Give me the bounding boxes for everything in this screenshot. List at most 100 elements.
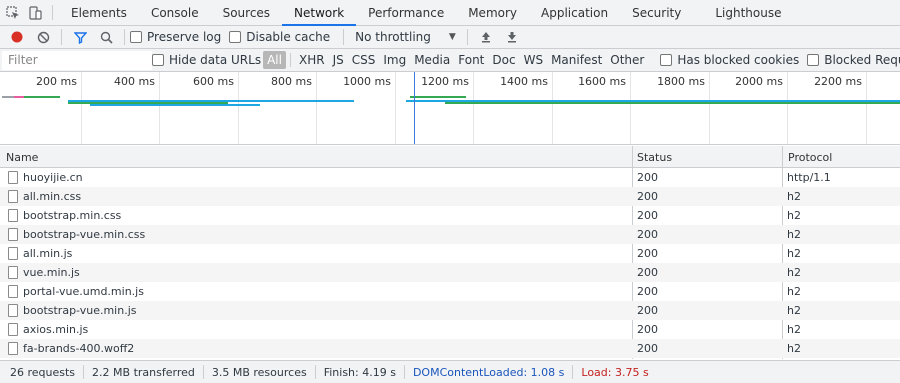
document-icon <box>8 209 18 222</box>
table-row[interactable]: portal-vue.umd.min.js 200 h2 <box>0 282 900 301</box>
request-name-cell[interactable]: all.min.js <box>8 244 628 263</box>
document-icon <box>8 266 18 279</box>
filter-type-font[interactable]: Font <box>454 51 488 69</box>
hide-data-urls-checkbox[interactable]: Hide data URLs <box>152 53 261 67</box>
checkbox-box[interactable] <box>229 31 242 43</box>
request-protocol: h2 <box>787 342 801 355</box>
column-protocol-header[interactable]: Protocol <box>784 146 900 168</box>
network-overview[interactable]: 200 ms 400 ms 600 ms 800 ms 1000 ms 1200 ms 14… <box>0 72 900 145</box>
table-row[interactable]: all.min.js 200 h2 <box>0 244 900 263</box>
network-summary-bar: 26 requests 2.2 MB transferred 3.5 MB re… <box>0 360 900 383</box>
filter-type-doc[interactable]: Doc <box>488 51 519 69</box>
request-name-cell[interactable]: bootstrap.min.css <box>8 206 628 225</box>
tab-security[interactable]: Security <box>620 0 693 25</box>
hide-data-urls-label: Hide data URLs <box>169 53 262 67</box>
tab-memory[interactable]: Memory <box>456 0 529 25</box>
dom-content-loaded-time: DOMContentLoaded: 1.08 s <box>412 365 565 379</box>
column-name-header[interactable]: Name <box>2 146 632 168</box>
request-name: bootstrap-vue.min.css <box>23 228 146 241</box>
table-row[interactable]: huoyijie.cn 200 http/1.1 <box>0 168 900 187</box>
filter-type-css[interactable]: CSS <box>348 51 380 69</box>
filter-type-js[interactable]: JS <box>329 51 348 69</box>
has-blocked-cookies-label: Has blocked cookies <box>677 53 800 67</box>
overview-tick-label: 2000 ms <box>735 75 783 88</box>
document-icon <box>8 285 18 298</box>
filter-icon[interactable] <box>67 26 93 49</box>
search-icon[interactable] <box>93 26 119 49</box>
table-row[interactable]: axios.min.js 200 h2 <box>0 320 900 339</box>
preserve-log-checkbox[interactable]: Preserve log <box>130 30 221 44</box>
overview-gridline <box>81 72 82 144</box>
disable-cache-checkbox[interactable]: Disable cache <box>229 30 330 44</box>
checkbox-box[interactable] <box>152 54 164 66</box>
checkbox-box[interactable] <box>660 54 673 66</box>
overview-gridline <box>159 72 160 144</box>
has-blocked-cookies-checkbox[interactable]: Has blocked cookies <box>660 53 799 67</box>
table-row[interactable]: bootstrap.min.css 200 h2 <box>0 206 900 225</box>
tab-console[interactable]: Console <box>139 0 211 25</box>
filter-type-other[interactable]: Other <box>606 51 648 69</box>
filter-divider <box>289 53 291 67</box>
tab-application[interactable]: Application <box>529 0 620 25</box>
filter-type-all[interactable]: All <box>263 51 286 69</box>
throttling-select[interactable]: No throttling ▼ <box>349 27 462 48</box>
network-toolbar: Preserve log Disable cache No throttling… <box>0 26 900 49</box>
checkbox-box[interactable] <box>807 54 820 66</box>
export-har-icon[interactable] <box>499 26 525 49</box>
request-name-cell[interactable]: portal-vue.umd.min.js <box>8 282 628 301</box>
document-icon <box>8 247 18 260</box>
request-name-cell[interactable]: all.min.css <box>8 187 628 206</box>
blocked-requests-checkbox[interactable]: Blocked Requests <box>807 53 900 67</box>
import-har-icon[interactable] <box>473 26 499 49</box>
filter-type-img[interactable]: Img <box>379 51 410 69</box>
table-row[interactable]: bootstrap-vue.min.js 200 h2 <box>0 301 900 320</box>
filter-type-ws[interactable]: WS <box>520 51 547 69</box>
document-icon <box>8 228 18 241</box>
request-name-cell[interactable]: axios.min.js <box>8 320 628 339</box>
checkbox-box[interactable] <box>130 31 142 43</box>
request-name-cell[interactable]: bootstrap-vue.min.css <box>8 225 628 244</box>
table-row[interactable]: all.min.css 200 h2 <box>0 187 900 206</box>
request-name-cell[interactable]: bootstrap-vue.min.js <box>8 301 628 320</box>
inspect-element-icon[interactable] <box>2 0 24 26</box>
tab-elements[interactable]: Elements <box>59 0 139 25</box>
filter-row: Hide data URLs All XHRJSCSSImgMediaFontDo… <box>0 49 900 72</box>
request-name-cell[interactable]: huoyijie.cn <box>8 168 628 187</box>
table-row[interactable]: bootstrap-vue.min.css 200 h2 <box>0 225 900 244</box>
preserve-log-label: Preserve log <box>147 30 222 44</box>
record-button[interactable] <box>4 26 30 49</box>
table-row[interactable]: vue.min.js 200 h2 <box>0 263 900 282</box>
device-toolbar-icon[interactable] <box>24 0 46 26</box>
filter-type-media[interactable]: Media <box>410 51 454 69</box>
filter-input[interactable] <box>2 50 152 70</box>
tab-performance[interactable]: Performance <box>356 0 456 25</box>
request-status: 200 <box>637 323 658 336</box>
request-status: 200 <box>637 266 658 279</box>
request-name-cell[interactable]: fa-brands-400.woff2 <box>8 339 628 358</box>
clear-button[interactable] <box>30 26 56 49</box>
overview-request-bar <box>445 102 900 104</box>
overview-gridline <box>709 72 710 144</box>
overview-gridline <box>552 72 553 144</box>
filter-type-xhr[interactable]: XHR <box>295 51 329 69</box>
tab-network[interactable]: Network <box>282 0 357 26</box>
tab-sources[interactable]: Sources <box>211 0 282 25</box>
request-name-cell[interactable]: vue.min.js <box>8 263 628 282</box>
request-name: axios.min.js <box>23 323 89 336</box>
document-icon <box>8 304 18 317</box>
request-status: 200 <box>637 304 658 317</box>
table-row[interactable]: fa-brands-400.woff2 200 h2 <box>0 339 900 358</box>
request-name: all.min.css <box>23 190 82 203</box>
overview-request-bar <box>68 102 88 104</box>
overview-request-bar <box>730 100 790 102</box>
request-count: 26 requests <box>10 365 76 379</box>
column-status-header[interactable]: Status <box>633 146 783 168</box>
transferred-size: 2.2 MB transferred <box>92 365 195 379</box>
filter-type-manifest[interactable]: Manifest <box>547 51 606 69</box>
tab-lighthouse[interactable]: Lighthouse <box>703 0 793 25</box>
tabbar-divider <box>52 5 53 20</box>
overview-request-bar <box>88 102 228 104</box>
overview-gridline <box>238 72 239 144</box>
request-name: bootstrap-vue.min.js <box>23 304 137 317</box>
overview-tick-label: 1200 ms <box>421 75 469 88</box>
